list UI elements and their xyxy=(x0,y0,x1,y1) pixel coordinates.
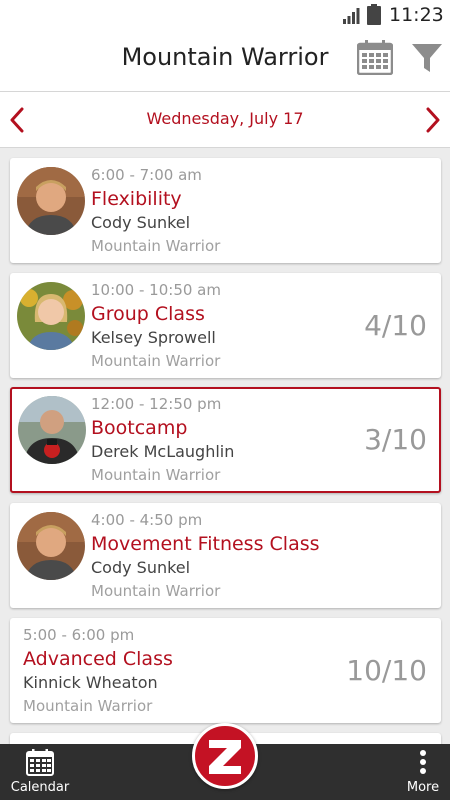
class-capacity: 10/10 xyxy=(346,654,427,687)
class-instructor: Kelsey Sprowell xyxy=(91,328,216,347)
status-time: 11:23 xyxy=(389,4,444,26)
class-name: Flexibility xyxy=(91,188,182,210)
z-logo-icon xyxy=(209,740,241,774)
calendar-icon xyxy=(26,749,54,776)
class-card[interactable]: 6:00 - 7:00 am Flexibility Cody Sunkel M… xyxy=(10,158,441,263)
class-time: 4:00 - 4:50 pm xyxy=(91,511,203,529)
avatar xyxy=(17,167,85,235)
class-instructor: Derek McLaughlin xyxy=(91,442,235,461)
logo-button[interactable] xyxy=(192,723,258,789)
class-name: Bootcamp xyxy=(91,417,188,439)
class-card[interactable]: 5:00 - 6:00 pm Advanced Class Kinnick Wh… xyxy=(10,618,441,723)
class-location: Mountain Warrior xyxy=(91,237,221,255)
nav-more-label: More xyxy=(406,780,440,795)
class-name: Group Class xyxy=(91,303,205,325)
nav-calendar[interactable]: Calendar xyxy=(4,746,76,800)
class-capacity: 4/10 xyxy=(364,309,427,342)
signal-icon xyxy=(343,8,360,24)
class-time: 5:00 - 6:00 pm xyxy=(23,626,135,644)
class-time: 6:00 - 7:00 am xyxy=(91,166,202,184)
calendar-icon[interactable] xyxy=(357,39,393,75)
class-capacity: 3/10 xyxy=(364,423,427,456)
status-bar: 11:23 xyxy=(0,0,450,30)
nav-calendar-label: Calendar xyxy=(10,780,70,795)
avatar xyxy=(17,282,85,350)
class-time: 10:00 - 10:50 am xyxy=(91,281,221,299)
class-list[interactable]: 6:00 - 7:00 am Flexibility Cody Sunkel M… xyxy=(0,156,450,744)
filter-icon[interactable] xyxy=(411,42,443,74)
class-name: Movement Fitness Class xyxy=(91,533,320,555)
date-bar: Wednesday, July 17 xyxy=(0,92,450,148)
class-card[interactable]: 4:00 - 4:50 pm Movement Fitness Class Co… xyxy=(10,503,441,608)
class-instructor: Cody Sunkel xyxy=(91,558,191,577)
more-vertical-icon xyxy=(420,750,426,774)
class-location: Mountain Warrior xyxy=(91,352,221,370)
class-location: Mountain Warrior xyxy=(23,697,153,715)
class-instructor: Kinnick Wheaton xyxy=(23,673,158,692)
avatar xyxy=(18,396,86,464)
class-card[interactable]: 12:00 - 12:50 pm Bootcamp Derek McLaughl… xyxy=(10,387,441,493)
selected-date: Wednesday, July 17 xyxy=(146,109,304,128)
class-location: Mountain Warrior xyxy=(91,582,221,600)
class-time: 12:00 - 12:50 pm xyxy=(91,395,222,413)
nav-more[interactable]: More xyxy=(396,746,450,800)
app-header: Mountain Warrior xyxy=(0,30,450,92)
class-name: Advanced Class xyxy=(23,648,173,670)
battery-icon xyxy=(367,4,381,25)
class-card[interactable]: 10:00 - 10:50 am Group Class Kelsey Spro… xyxy=(10,273,441,378)
class-instructor: Cody Sunkel xyxy=(91,213,191,232)
chevron-right-icon[interactable] xyxy=(422,106,444,134)
avatar xyxy=(17,512,85,580)
class-location: Mountain Warrior xyxy=(91,466,221,484)
